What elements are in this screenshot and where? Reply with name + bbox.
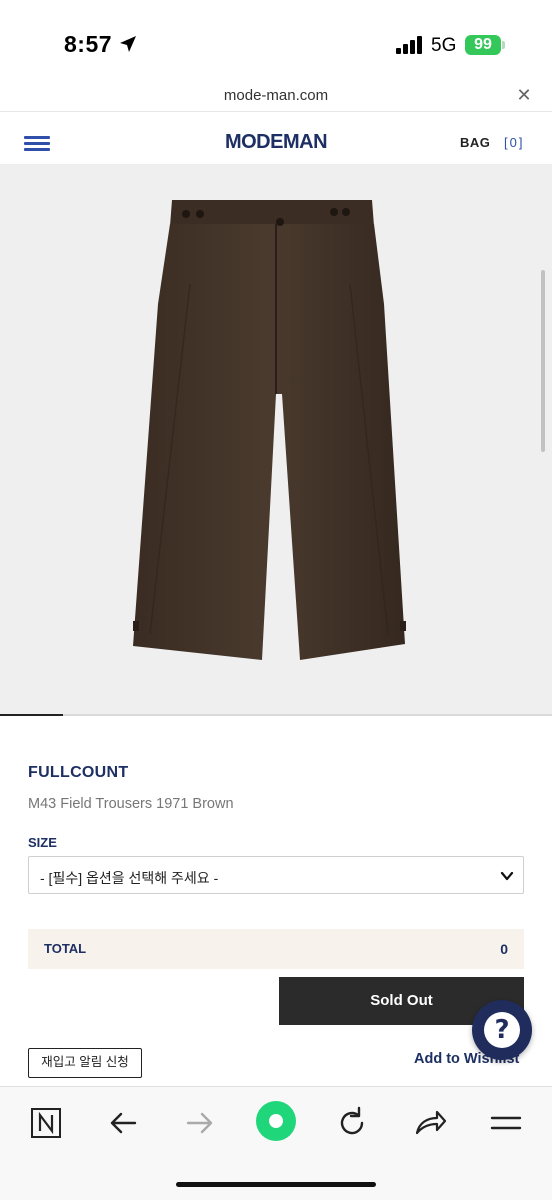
- total-label: TOTAL: [44, 941, 87, 956]
- browser-url-bar[interactable]: mode-man.com ✕: [0, 80, 552, 112]
- menu-lines-icon[interactable]: [486, 1103, 526, 1143]
- home-indicator[interactable]: [176, 1182, 376, 1187]
- size-select-placeholder: - [필수] 옵션을 선택해 주세요 -: [40, 870, 219, 886]
- gallery-progress-track: [0, 714, 552, 716]
- chevron-down-icon: [500, 871, 514, 881]
- battery-level: 99: [474, 36, 492, 53]
- bag-count[interactable]: [0]: [504, 135, 524, 150]
- network-type: 5G: [431, 35, 457, 56]
- product-image[interactable]: [0, 164, 552, 715]
- page-scrollbar[interactable]: [541, 270, 545, 452]
- battery-icon: 99: [465, 35, 501, 55]
- share-icon[interactable]: [409, 1103, 449, 1143]
- restock-notify-button[interactable]: 재입고 알림 신청: [28, 1048, 142, 1078]
- battery-cap: [502, 41, 505, 49]
- location-arrow-icon: [120, 36, 136, 52]
- product-name: M43 Field Trousers 1971 Brown: [28, 796, 234, 812]
- total-bar: TOTAL 0: [28, 929, 524, 969]
- status-bar: 8:57 5G 99: [0, 0, 552, 80]
- total-value: 0: [500, 941, 508, 957]
- status-time: 8:57: [64, 31, 113, 57]
- reload-icon[interactable]: [332, 1103, 372, 1143]
- bag-link[interactable]: BAG: [460, 135, 490, 150]
- forward-arrow-icon[interactable]: [180, 1103, 220, 1143]
- help-chat-button[interactable]: ?: [472, 1000, 532, 1060]
- size-select[interactable]: - [필수] 옵션을 선택해 주세요 -: [28, 856, 524, 894]
- back-arrow-icon[interactable]: [103, 1103, 143, 1143]
- gallery-progress-fill: [0, 714, 64, 716]
- close-icon[interactable]: ✕: [514, 85, 534, 106]
- cellular-signal-icon: [396, 36, 422, 54]
- trousers-image: [133, 200, 406, 660]
- green-home-dot-icon[interactable]: [254, 1099, 298, 1143]
- question-mark-icon: ?: [484, 1012, 520, 1048]
- size-label: SIZE: [28, 835, 57, 850]
- site-header: MODEMAN BAG [0]: [0, 112, 552, 164]
- naver-n-icon[interactable]: [26, 1103, 66, 1143]
- url-domain[interactable]: mode-man.com: [0, 87, 552, 104]
- product-brand[interactable]: FULLCOUNT: [28, 764, 128, 782]
